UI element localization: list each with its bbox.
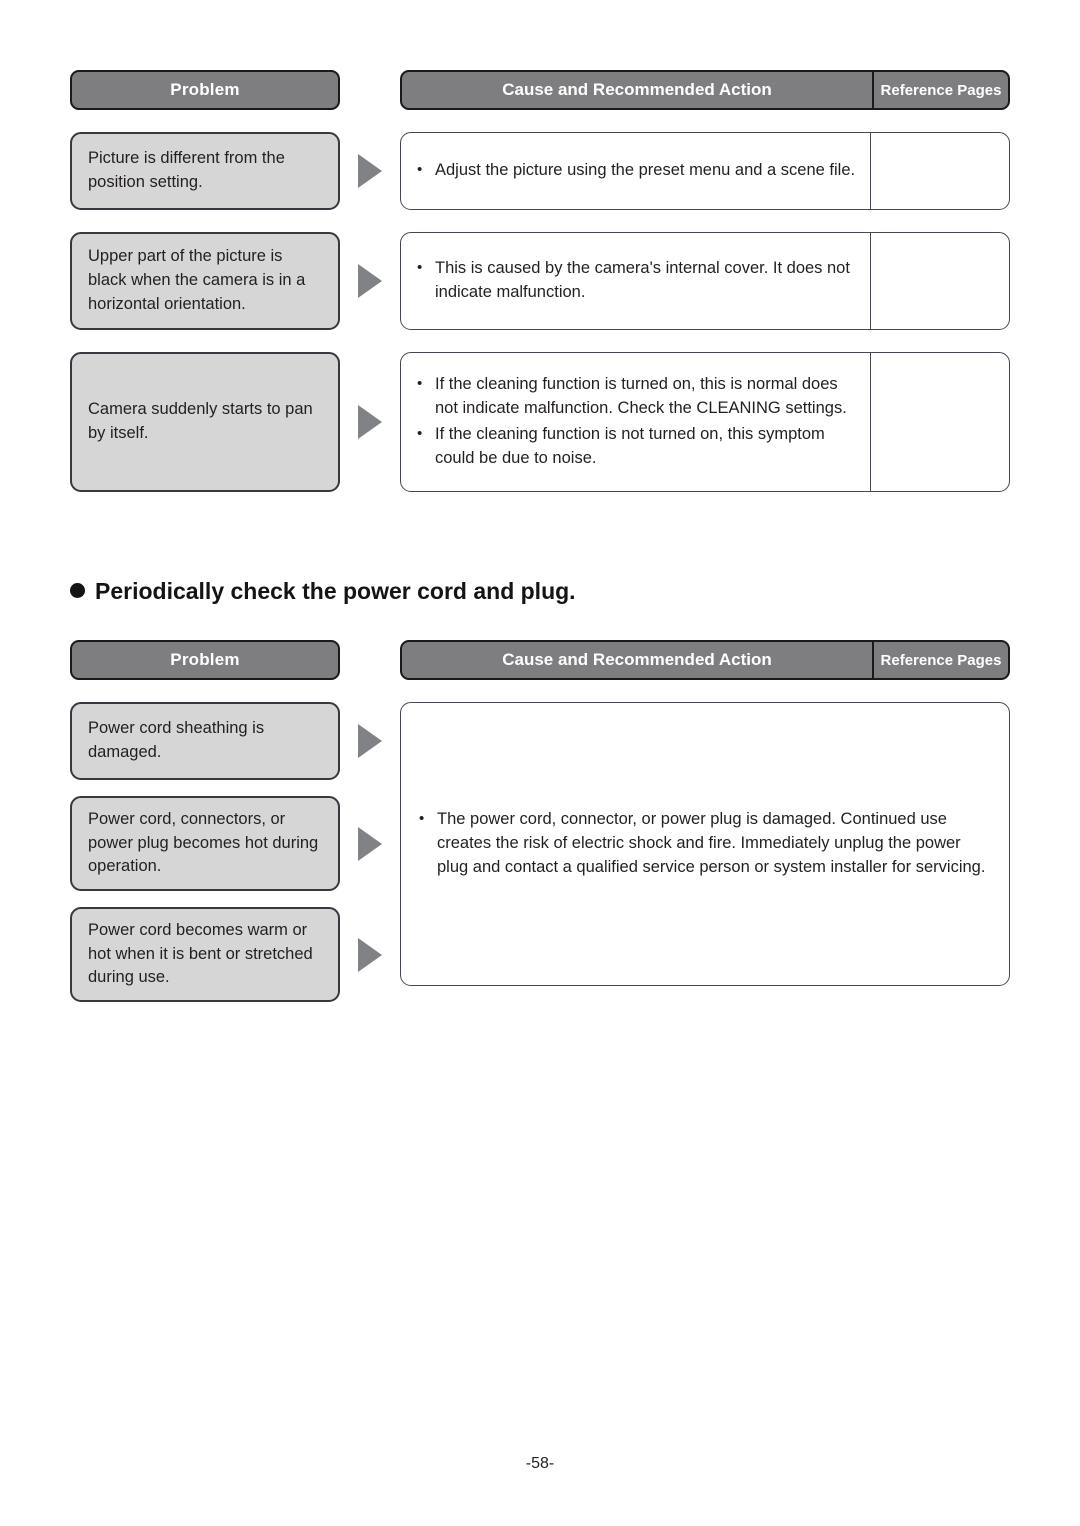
header-cause: Cause and Recommended Action [402,72,874,108]
section-heading-text: Periodically check the power cord and pl… [95,578,576,604]
cause-text: If the cleaning function is turned on, t… [435,375,847,418]
problem-cell: Power cord sheathing is damaged. [70,702,340,780]
table-row: Upper part of the picture is black when … [70,232,1010,330]
bullet-dot-icon: • [417,161,423,179]
header-right-group: Cause and Recommended Action Reference P… [400,640,1010,680]
bullet-dot-icon: • [417,259,423,277]
cause-text: If the cleaning function is not turned o… [435,425,825,467]
table-header-row: Problem Cause and Recommended Action Ref… [70,640,1010,680]
arrow-column [340,232,400,330]
problem-column: Picture is different from the position s… [70,132,340,210]
problem-cell: Camera suddenly starts to pan by itself. [70,352,340,492]
cause-cell-spanning: • The power cord, connector, or power pl… [400,702,1010,986]
right-triangle-icon [358,937,382,972]
reference-cell [871,353,1009,491]
table-row: Camera suddenly starts to pan by itself.… [70,352,1010,492]
header-right-group: Cause and Recommended Action Reference P… [400,70,1010,110]
header-reference-pages: Reference Pages [880,651,1002,669]
problem-column: Power cord, connectors, or power plug be… [70,796,340,891]
bullet-dot-icon: • [419,810,425,828]
right-triangle-icon [358,264,382,298]
problem-cell: Upper part of the picture is black when … [70,232,340,330]
cause-column: • This is caused by the camera's interna… [400,232,1010,330]
cause-bullet-item: • If the cleaning function is not turned… [417,423,856,471]
problem-column: Camera suddenly starts to pan by itself. [70,352,340,492]
arrow-column [340,352,400,492]
page-number: -58- [525,1455,555,1472]
cause-text: This is caused by the camera's internal … [435,259,850,301]
arrow-column [340,907,400,1002]
bullet-dot-icon: • [417,375,423,393]
cause-bullet-item: • If the cleaning function is turned on,… [417,373,856,421]
right-triangle-icon [358,826,382,861]
cause-text: The power cord, connector, or power plug… [437,810,986,876]
troubleshooting-table-1: Problem Cause and Recommended Action Ref… [70,70,1010,492]
arrow-column [340,132,400,210]
section-heading: Periodically check the power cord and pl… [70,578,576,605]
problem-cell: Picture is different from the position s… [70,132,340,210]
header-problem: Problem [70,70,340,110]
header-cause: Cause and Recommended Action [402,642,874,678]
cause-text: Adjust the picture using the preset menu… [435,161,856,180]
right-triangle-icon [358,405,382,439]
filled-circle-bullet-icon [70,583,85,598]
reference-cell [871,133,1009,209]
problem-cell: Power cord, connectors, or power plug be… [70,796,340,891]
reference-cell [871,233,1009,329]
table-header-row: Problem Cause and Recommended Action Ref… [70,70,1010,110]
cause-bullet-item: • This is caused by the camera's interna… [417,257,856,305]
cause-cell: • Adjust the picture using the preset me… [401,133,871,209]
header-gap [340,640,400,680]
cause-cell: • This is caused by the camera's interna… [401,233,871,329]
arrow-column [340,796,400,891]
cause-column: • Adjust the picture using the preset me… [400,132,1010,210]
problem-column: Power cord becomes warm or hot when it i… [70,907,340,1002]
cause-cell: • If the cleaning function is turned on,… [401,353,871,491]
header-gap [340,70,400,110]
document-page: Problem Cause and Recommended Action Ref… [0,0,1080,1526]
cause-column: • If the cleaning function is turned on,… [400,352,1010,492]
right-triangle-icon [358,724,382,758]
cause-bullet-item: • Adjust the picture using the preset me… [417,159,856,183]
cause-bullet-item: • The power cord, connector, or power pl… [419,808,991,880]
arrow-column [340,702,400,780]
bullet-dot-icon: • [417,425,423,442]
problem-column: Power cord sheathing is damaged. [70,702,340,780]
problem-column: Upper part of the picture is black when … [70,232,340,330]
header-problem: Problem [70,640,340,680]
table-row: Picture is different from the position s… [70,132,1010,210]
right-triangle-icon [358,154,382,188]
problem-cell: Power cord becomes warm or hot when it i… [70,907,340,1002]
header-reference-pages: Reference Pages [880,81,1002,99]
